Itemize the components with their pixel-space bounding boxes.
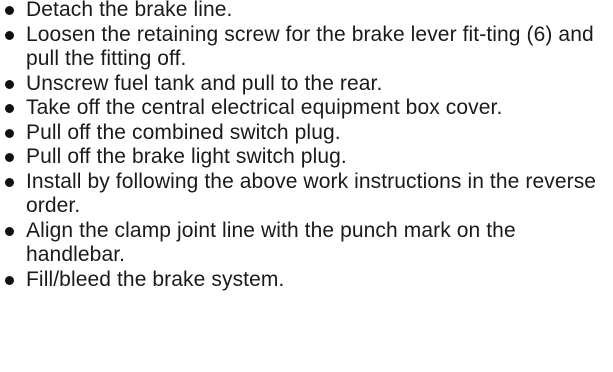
list-item: Align the clamp joint line with the punc… [0, 219, 613, 268]
step-text: Fill/bleed the brake system. [26, 267, 285, 291]
list-item: Take off the central electrical equipmen… [0, 96, 613, 121]
list-item: Install by following the above work inst… [0, 170, 613, 219]
list-item: Detach the brake line. [0, 0, 613, 23]
bullet-icon [5, 6, 14, 15]
document-page: Detach the brake line. Loosen the retain… [0, 0, 613, 372]
list-item: Pull off the combined switch plug. [0, 121, 613, 146]
step-text: Detach the brake line. [26, 0, 233, 21]
bullet-icon [5, 104, 14, 113]
bullet-icon [5, 177, 14, 187]
bullet-icon [5, 275, 14, 285]
step-text: Pull off the combined switch plug. [26, 120, 341, 144]
bullet-icon [5, 79, 14, 89]
step-text: Pull off the brake light switch plug. [26, 145, 347, 168]
list-item: Loosen the retaining screw for the brake… [0, 23, 613, 72]
step-text: Unscrew fuel tank and pull to the rear. [26, 71, 383, 95]
bullet-icon [5, 153, 14, 162]
instruction-list: Detach the brake line. Loosen the retain… [0, 0, 613, 292]
step-text: Align the clamp joint line with the punc… [26, 218, 516, 267]
step-text: Loosen the retaining screw for the brake… [26, 22, 594, 71]
bullet-icon [5, 30, 14, 40]
list-item: Pull off the brake light switch plug. [0, 145, 613, 170]
step-text: Take off the central electrical equipmen… [26, 96, 503, 119]
step-text: Install by following the above work inst… [26, 169, 597, 218]
bullet-icon [5, 226, 14, 236]
list-item: Unscrew fuel tank and pull to the rear. [0, 72, 613, 97]
bullet-icon [5, 128, 14, 138]
list-item: Fill/bleed the brake system. [0, 268, 613, 293]
